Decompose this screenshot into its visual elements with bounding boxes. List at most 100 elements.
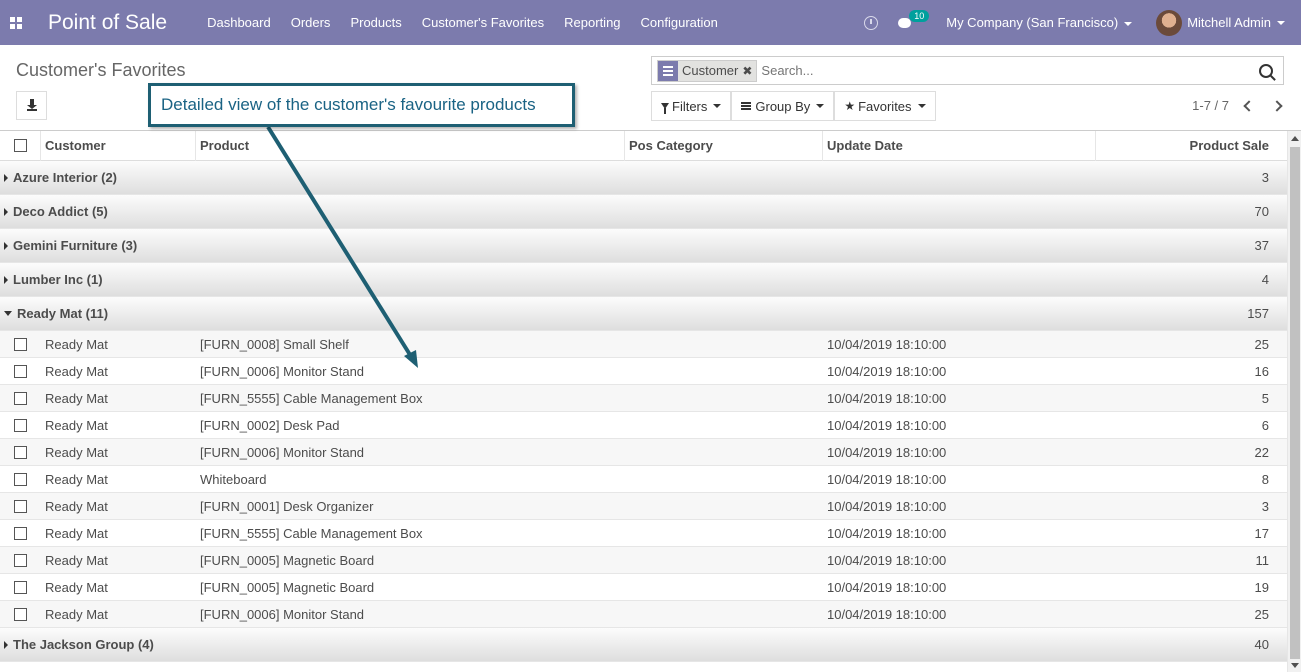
group-name: The Jackson Group (4): [13, 637, 154, 652]
column-update-date[interactable]: Update Date: [823, 130, 1096, 161]
row-checkbox[interactable]: [14, 553, 27, 567]
table-row[interactable]: Ready Mat Whiteboard 10/04/2019 18:10:00 8: [0, 466, 1287, 493]
row-checkbox[interactable]: [14, 418, 27, 432]
search-input[interactable]: [761, 63, 1259, 78]
bars-icon: [741, 102, 752, 110]
table-row[interactable]: Ready Mat [FURN_0002] Desk Pad 10/04/2019 …: [0, 412, 1287, 439]
table-row[interactable]: Ready Mat [FURN_0006] Monitor Stand 10/04/…: [0, 358, 1287, 385]
table-row[interactable]: Ready Mat [FURN_5555] Cable Management Bo…: [0, 385, 1287, 412]
cell-pos-category: [625, 601, 823, 628]
scrollbar-thumb[interactable]: [1290, 147, 1300, 659]
cell-product-sale: 19: [1254, 579, 1269, 595]
pager-previous-icon[interactable]: [1243, 99, 1255, 112]
group-name: Deco Addict (5): [13, 204, 108, 219]
group-row-expanded[interactable]: Ready Mat (11) 157: [0, 297, 1287, 331]
star-icon: ★: [844, 99, 856, 113]
table-row[interactable]: Ready Mat [FURN_0005] Magnetic Board 10/04…: [0, 547, 1287, 574]
table-row[interactable]: Ready Mat [FURN_0006] Monitor Stand 10/04/…: [0, 439, 1287, 466]
facet-remove-icon[interactable]: ✖: [742, 64, 756, 78]
caret-down-icon: [1124, 21, 1133, 26]
row-checkbox[interactable]: [14, 337, 27, 351]
user-menu[interactable]: Mitchell Admin: [1156, 9, 1285, 36]
menu-configuration[interactable]: Configuration: [641, 15, 718, 30]
export-button[interactable]: [16, 91, 47, 120]
filters-button[interactable]: Filters: [651, 91, 732, 121]
row-checkbox[interactable]: [14, 580, 27, 594]
filters-label: Filters: [672, 98, 708, 114]
row-select-cell: [0, 331, 41, 358]
cell-pos-category: [625, 520, 823, 547]
search-icon[interactable]: [1259, 63, 1273, 78]
cell-product-sale: 8: [1261, 471, 1269, 487]
group-row[interactable]: Azure Interior (2) 3: [0, 161, 1287, 195]
row-checkbox[interactable]: [14, 472, 27, 486]
row-checkbox[interactable]: [14, 499, 27, 513]
pager-value[interactable]: 1-7 / 7: [1192, 98, 1229, 113]
scroll-up-icon[interactable]: [1291, 136, 1299, 141]
cell-pos-category: [625, 493, 823, 520]
caret-right-icon: [4, 173, 8, 182]
app-brand[interactable]: Point of Sale: [48, 11, 167, 35]
apps-menu-icon[interactable]: [0, 0, 32, 45]
top-navbar: Point of Sale Dashboard Orders Products …: [0, 0, 1301, 45]
search-options: Filters Group By ★ Favorites: [651, 91, 936, 121]
column-customer[interactable]: Customer: [41, 130, 196, 161]
select-all-cell: [0, 130, 41, 161]
table-row[interactable]: Ready Mat [FURN_0008] Small Shelf 10/04/20…: [0, 331, 1287, 358]
cell-product: [FURN_5555] Cable Management Box: [200, 525, 423, 541]
menu-customers-favorites[interactable]: Customer's Favorites: [422, 15, 544, 30]
group-row[interactable]: The Jackson Group (4) 40: [0, 628, 1287, 662]
group-row[interactable]: Lumber Inc (1) 4: [0, 263, 1287, 297]
row-checkbox[interactable]: [14, 364, 27, 378]
column-product-sale[interactable]: Product Sale: [1096, 131, 1287, 161]
cell-product: [FURN_5555] Cable Management Box: [200, 390, 423, 406]
group-total: 3: [1261, 170, 1269, 185]
cell-product-sale: 6: [1261, 417, 1269, 433]
menu-dashboard[interactable]: Dashboard: [207, 15, 271, 30]
menu-reporting[interactable]: Reporting: [564, 15, 620, 30]
column-product[interactable]: Product: [196, 130, 625, 161]
cell-pos-category: [625, 466, 823, 493]
row-checkbox[interactable]: [14, 391, 27, 405]
cell-customer: Ready Mat: [45, 498, 108, 514]
cell-customer: Ready Mat: [45, 606, 108, 622]
annotation-callout: Detailed view of the customer's favourit…: [148, 83, 575, 127]
search-facet: Customer ✖: [657, 59, 758, 82]
menu-products[interactable]: Products: [350, 15, 401, 30]
cell-product: [FURN_0005] Magnetic Board: [200, 579, 375, 595]
cell-update-date: 10/04/2019 18:10:00: [827, 363, 947, 379]
row-checkbox[interactable]: [14, 607, 27, 621]
group-row[interactable]: Deco Addict (5) 70: [0, 195, 1287, 229]
group-row[interactable]: Gemini Furniture (3) 37: [0, 229, 1287, 263]
cell-pos-category: [625, 412, 823, 439]
group-name: Azure Interior (2): [13, 170, 118, 185]
pager-next-icon[interactable]: [1271, 99, 1283, 112]
favorites-button[interactable]: ★ Favorites: [834, 91, 936, 121]
column-pos-category[interactable]: Pos Category: [625, 130, 823, 161]
cell-product: [FURN_0001] Desk Organizer: [200, 498, 374, 514]
caret-right-icon: [4, 207, 8, 216]
company-switcher[interactable]: My Company (San Francisco): [946, 15, 1133, 30]
caret-right-icon: [4, 640, 8, 649]
favorites-label: Favorites: [858, 98, 912, 114]
row-checkbox[interactable]: [14, 445, 27, 459]
table-row[interactable]: Ready Mat [FURN_0005] Magnetic Board 10/04…: [0, 574, 1287, 601]
group-total: 37: [1254, 238, 1269, 253]
select-all-checkbox[interactable]: [13, 139, 27, 152]
scroll-down-icon[interactable]: [1291, 663, 1299, 668]
row-checkbox[interactable]: [14, 526, 27, 540]
chat-badge: 10: [909, 9, 930, 22]
group-by-button[interactable]: Group By: [731, 91, 835, 121]
activity-clock-icon[interactable]: [864, 15, 879, 30]
vertical-scrollbar[interactable]: [1287, 131, 1301, 672]
table-row[interactable]: Ready Mat [FURN_0006] Monitor Stand 10/04/…: [0, 601, 1287, 628]
cell-pos-category: [625, 331, 823, 358]
cell-pos-category: [625, 574, 823, 601]
menu-orders[interactable]: Orders: [291, 15, 331, 30]
table-row[interactable]: Ready Mat [FURN_5555] Cable Management Bo…: [0, 520, 1287, 547]
discuss-chat-icon[interactable]: 10: [898, 9, 930, 30]
cell-product: [FURN_0006] Monitor Stand: [200, 363, 365, 379]
avatar: [1156, 9, 1183, 36]
table-row[interactable]: Ready Mat [FURN_0001] Desk Organizer 10/04…: [0, 493, 1287, 520]
group-by-label: Group By: [755, 98, 811, 114]
